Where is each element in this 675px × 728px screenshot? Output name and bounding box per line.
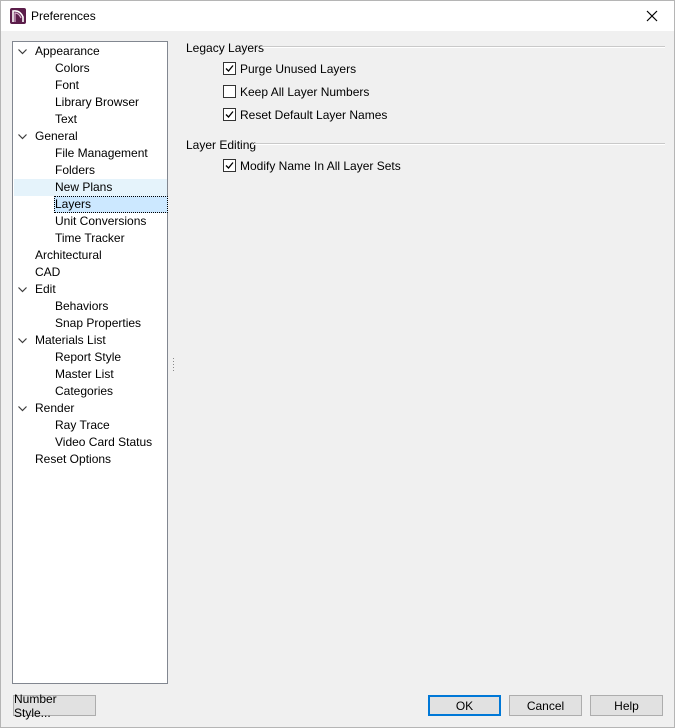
tree-item-layers[interactable]: Layers [13,196,167,213]
tree-item-master-list[interactable]: Master List [13,366,167,383]
tree-item-label: Edit [35,282,56,296]
tree-item-label: Video Card Status [55,435,153,449]
tree-item-label: Snap Properties [55,316,142,330]
tree-item-label: Report Style [55,350,122,364]
tree-item-general[interactable]: General [13,128,167,145]
chevron-down-icon[interactable] [17,284,28,295]
tree-item-label: Master List [55,367,114,381]
tree-item-file-management[interactable]: File Management [13,145,167,162]
tree-item-label: Reset Options [35,452,112,466]
layer-editing-divider [254,143,665,145]
tree-item-label: Folders [55,163,96,177]
tree-item-label: Ray Trace [55,418,110,432]
tree-item-library-browser[interactable]: Library Browser [13,94,167,111]
tree-item-label: New Plans [55,180,113,194]
category-tree[interactable]: Appearance Colors Font Library Browser Text G… [12,41,168,684]
tree-item-ray-trace[interactable]: Ray Trace [13,417,167,434]
tree-item-label: Categories [55,384,114,398]
tree-item-report-style[interactable]: Report Style [13,349,167,366]
legacy-layers-divider [261,46,665,48]
window-title: Preferences [31,9,96,23]
help-button[interactable]: Help [590,695,663,716]
tree-item-video-card-status[interactable]: Video Card Status [13,434,167,451]
tree-item-text[interactable]: Text [13,111,167,128]
chevron-down-icon[interactable] [17,335,28,346]
tree-item-reset-options[interactable]: Reset Options [13,451,167,468]
tree-item-categories[interactable]: Categories [13,383,167,400]
cancel-button[interactable]: Cancel [509,695,582,716]
close-button[interactable] [630,1,674,31]
tree-item-behaviors[interactable]: Behaviors [13,298,167,315]
tree-item-label: General [35,129,78,143]
tree-item-label: Colors [55,61,90,75]
modify-name-all-layer-sets-checkbox[interactable] [223,159,236,172]
tree-item-edit[interactable]: Edit [13,281,167,298]
tree-item-label: Time Tracker [55,231,125,245]
purge-unused-layers-label: Purge Unused Layers [240,62,357,76]
modify-name-all-layer-sets-label: Modify Name In All Layer Sets [240,159,401,173]
tree-item-render[interactable]: Render [13,400,167,417]
splitter-grip-icon[interactable] [173,358,175,372]
tree-item-font[interactable]: Font [13,77,167,94]
keep-all-layer-numbers-label: Keep All Layer Numbers [240,85,370,99]
tree-item-label: Layers [55,197,92,211]
tree-item-new-plans[interactable]: New Plans [13,179,167,196]
tree-item-label: Behaviors [55,299,109,313]
tree-item-label: Library Browser [55,95,140,109]
title-bar: Preferences [1,1,674,31]
checkmark-icon [225,162,234,169]
tree-item-label: Unit Conversions [55,214,147,228]
reset-default-layer-names-checkbox[interactable] [223,108,236,121]
purge-unused-layers-checkbox[interactable] [223,62,236,75]
tree-item-label: Render [35,401,75,415]
tree-item-time-tracker[interactable]: Time Tracker [13,230,167,247]
tree-item-colors[interactable]: Colors [13,60,167,77]
ok-button[interactable]: OK [428,695,501,716]
tree-item-label: Architectural [35,248,102,262]
tree-item-materials-list[interactable]: Materials List [13,332,167,349]
layer-editing-heading: Layer Editing [186,138,257,152]
tree-item-cad[interactable]: CAD [13,264,167,281]
tree-item-label: Materials List [35,333,106,347]
tree-item-label: CAD [35,265,61,279]
tree-item-appearance[interactable]: Appearance [13,43,167,60]
preferences-dialog: Preferences Appearance Colors Font Library … [0,0,675,728]
tree-item-label: Text [55,112,78,126]
chevron-down-icon[interactable] [17,403,28,414]
keep-all-layer-numbers-checkbox[interactable] [223,85,236,98]
chevron-down-icon[interactable] [17,46,28,57]
checkmark-icon [225,65,234,72]
legacy-layers-heading: Legacy Layers [186,41,265,55]
tree-item-snap-properties[interactable]: Snap Properties [13,315,167,332]
number-style-button[interactable]: Number Style... [13,692,96,720]
chevron-down-icon[interactable] [17,131,28,142]
reset-default-layer-names-label: Reset Default Layer Names [240,108,388,122]
app-logo-icon [10,8,26,24]
tree-item-label: File Management [55,146,148,160]
close-icon [646,10,658,22]
tree-item-unit-conversions[interactable]: Unit Conversions [13,213,167,230]
tree-item-label: Appearance [35,44,100,58]
checkmark-icon [225,111,234,118]
tree-item-label: Font [55,78,80,92]
tree-item-architectural[interactable]: Architectural [13,247,167,264]
tree-item-folders[interactable]: Folders [13,162,167,179]
